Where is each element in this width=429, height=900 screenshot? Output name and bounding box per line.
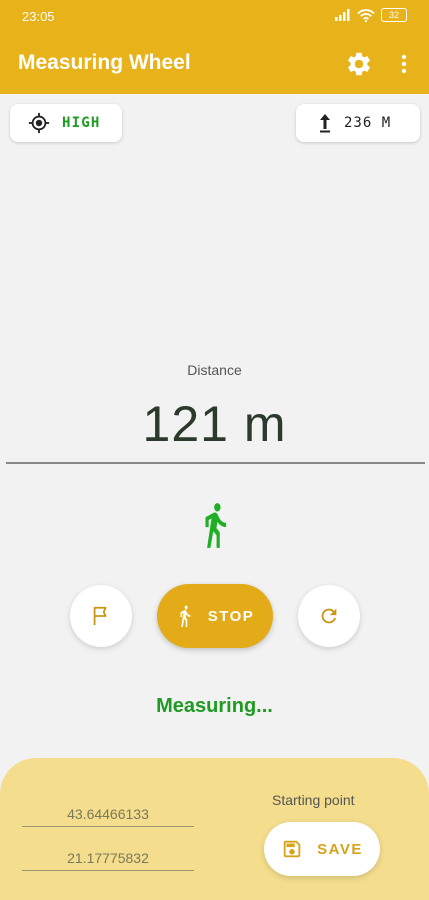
latitude-value: 43.64466133 — [67, 806, 149, 822]
walking-person-icon — [205, 503, 227, 548]
flag-button[interactable] — [70, 585, 132, 647]
status-time: 23:05 — [22, 9, 55, 24]
battery-icon: 32 — [381, 8, 407, 22]
app-bar: Measuring Wheel — [0, 34, 429, 94]
walking-person-icon — [180, 605, 190, 627]
wifi-icon — [357, 8, 375, 22]
more-vertical-icon — [401, 54, 407, 74]
refresh-icon — [321, 608, 337, 624]
save-button[interactable]: SAVE — [264, 822, 380, 876]
signal-icon — [335, 9, 350, 21]
gps-target-icon — [28, 112, 50, 134]
longitude-value: 21.17775832 — [67, 850, 149, 866]
longitude-underline — [22, 870, 194, 871]
latitude-underline — [22, 826, 194, 827]
battery-level: 32 — [388, 10, 399, 20]
measuring-status: Measuring... — [156, 695, 273, 717]
refresh-button[interactable] — [298, 585, 360, 647]
stop-button[interactable]: STOP — [157, 584, 273, 648]
distance-divider — [6, 462, 425, 464]
status-icons: 32 — [335, 8, 407, 22]
distance-value: 121 m — [142, 396, 287, 452]
bottom-panel: 43.64466133 21.17775832 Starting point S… — [0, 758, 429, 900]
altitude-arrow-icon — [320, 114, 330, 133]
distance-label: Distance — [187, 362, 242, 378]
stop-label: STOP — [207, 607, 255, 625]
gps-accuracy-chip[interactable]: HIGH — [10, 104, 122, 142]
save-icon — [283, 840, 301, 858]
flag-icon — [93, 606, 107, 626]
accuracy-label: HIGH — [62, 115, 101, 131]
starting-point-label: Starting point — [272, 792, 355, 808]
altitude-chip[interactable]: 236 M — [296, 104, 420, 142]
gear-icon — [348, 52, 370, 76]
save-label: SAVE — [317, 840, 363, 858]
more-options-button[interactable] — [392, 50, 416, 78]
app-title: Measuring Wheel — [18, 51, 191, 74]
altitude-value: 236 M — [344, 115, 392, 131]
settings-button[interactable] — [345, 50, 373, 78]
status-bar: 23:05 32 — [0, 0, 429, 34]
